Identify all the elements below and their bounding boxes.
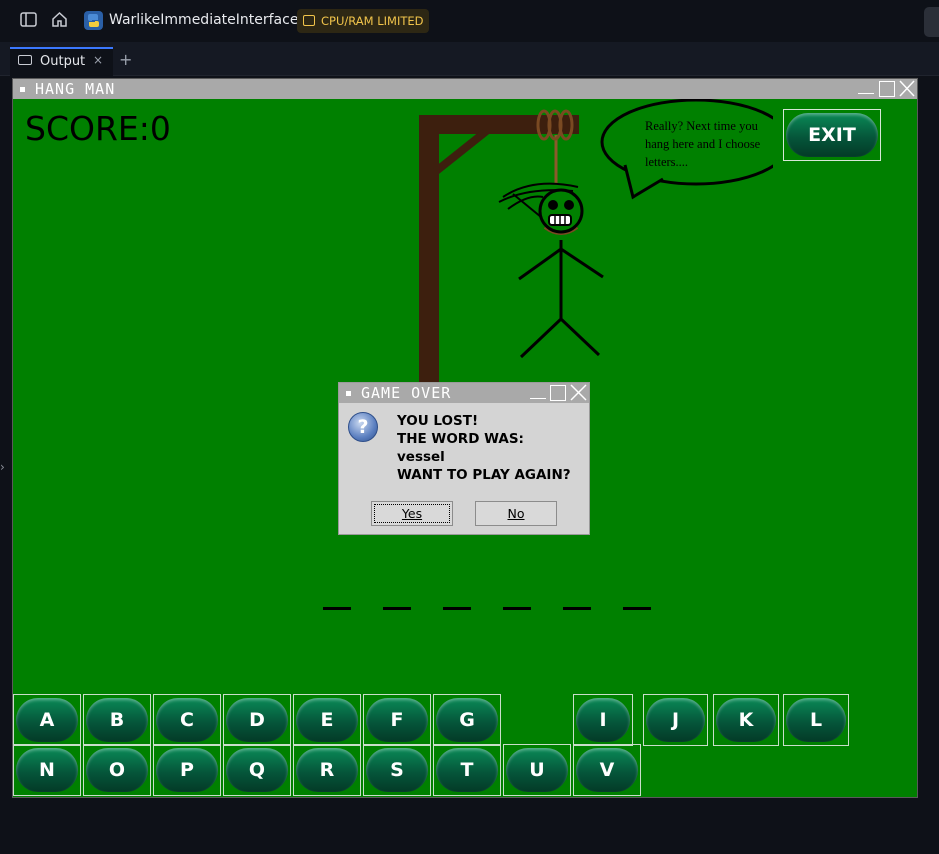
right-arm (560, 247, 604, 279)
letter-blank (623, 607, 651, 610)
yes-label: Yes (401, 506, 423, 521)
tab-output-label: Output (40, 54, 86, 69)
dialog-menu-icon[interactable] (346, 391, 351, 396)
key-j[interactable]: J (643, 694, 708, 746)
gallows-scene: Really? Next time you hang here and I ch… (419, 99, 773, 399)
dialog-line-4: WANT TO PLAY AGAIN? (397, 467, 571, 483)
no-button[interactable]: No (475, 501, 557, 526)
maximize-icon[interactable] (550, 385, 566, 401)
dialog-line-3: vessel (397, 449, 445, 465)
left-arm (518, 247, 562, 281)
yes-button[interactable]: Yes (371, 501, 453, 526)
top-bar: WarlikeImmediateInterfaces CPU/RAM LIMIT… (0, 0, 939, 42)
home-icon[interactable] (51, 11, 68, 32)
window-titlebar[interactable]: HANG MAN (13, 79, 917, 99)
key-b[interactable]: B (83, 694, 151, 746)
key-n[interactable]: N (13, 744, 81, 796)
window-title: HANG MAN (35, 80, 116, 98)
dialog-titlebar[interactable]: GAME OVER (339, 383, 589, 403)
key-e[interactable]: E (293, 694, 361, 746)
no-label: No (507, 506, 525, 521)
key-d[interactable]: D (223, 694, 291, 746)
cpu-icon (303, 15, 315, 26)
letter-blank (443, 607, 471, 610)
letter-blank (563, 607, 591, 610)
key-a[interactable]: A (13, 694, 81, 746)
key-t[interactable]: T (433, 744, 501, 796)
app-name[interactable]: WarlikeImmediateInterfaces (109, 12, 306, 28)
stick-figure (498, 182, 604, 359)
key-o[interactable]: O (83, 744, 151, 796)
exit-button[interactable]: EXIT (783, 109, 881, 161)
dialog-title: GAME OVER (361, 384, 452, 402)
key-v[interactable]: V (573, 744, 641, 796)
tab-bar: Output × + (0, 42, 939, 76)
key-q[interactable]: Q (223, 744, 291, 796)
chevron-right-icon[interactable]: › (0, 460, 5, 474)
maximize-icon[interactable] (879, 81, 895, 97)
letter-blank (503, 607, 531, 610)
speech-line-3: letters.... (645, 155, 688, 169)
gallows-brace (432, 125, 492, 176)
key-p[interactable]: P (153, 744, 221, 796)
key-i[interactable]: I (573, 694, 633, 746)
key-k[interactable]: K (713, 694, 779, 746)
window-menu-icon[interactable] (20, 87, 25, 92)
minimize-icon[interactable] (858, 93, 874, 94)
letter-blank (323, 607, 351, 610)
right-leg (559, 317, 601, 357)
python-icon (84, 11, 103, 30)
corner-menu-button[interactable] (924, 7, 939, 37)
key-u[interactable]: U (503, 744, 571, 796)
left-leg (519, 317, 563, 359)
letter-blank (383, 607, 411, 610)
minimize-icon[interactable] (530, 398, 546, 399)
score-label: SCORE:0 (25, 109, 171, 148)
key-l[interactable]: L (783, 694, 849, 746)
exit-label: EXIT (808, 124, 856, 146)
game-over-dialog: GAME OVER ? YOU LOST! THE WORD WAS: vess… (338, 382, 590, 535)
dialog-line-2: THE WORD WAS: (397, 431, 524, 447)
key-c[interactable]: C (153, 694, 221, 746)
speech-bubble: Really? Next time you hang here and I ch… (600, 99, 773, 200)
close-icon[interactable] (570, 384, 587, 405)
resource-limit-badge[interactable]: CPU/RAM LIMITED (297, 9, 430, 33)
gallows-post (419, 115, 439, 399)
add-tab-icon[interactable]: + (119, 50, 132, 69)
badge-label: CPU/RAM LIMITED (321, 14, 424, 28)
key-f[interactable]: F (363, 694, 431, 746)
close-icon[interactable] (899, 80, 915, 101)
tab-output[interactable]: Output × (10, 47, 113, 76)
speech-line-2: hang here and I choose (645, 137, 761, 151)
monitor-icon (18, 55, 32, 65)
dialog-line-1: YOU LOST! (397, 413, 479, 429)
close-tab-icon[interactable]: × (93, 53, 103, 67)
gallows-beam (419, 115, 579, 134)
sidebar-toggle-icon[interactable] (20, 11, 37, 32)
key-s[interactable]: S (363, 744, 431, 796)
question-icon: ? (348, 412, 378, 442)
speech-line-1: Really? Next time you (645, 119, 759, 133)
key-r[interactable]: R (293, 744, 361, 796)
key-g[interactable]: G (433, 694, 501, 746)
